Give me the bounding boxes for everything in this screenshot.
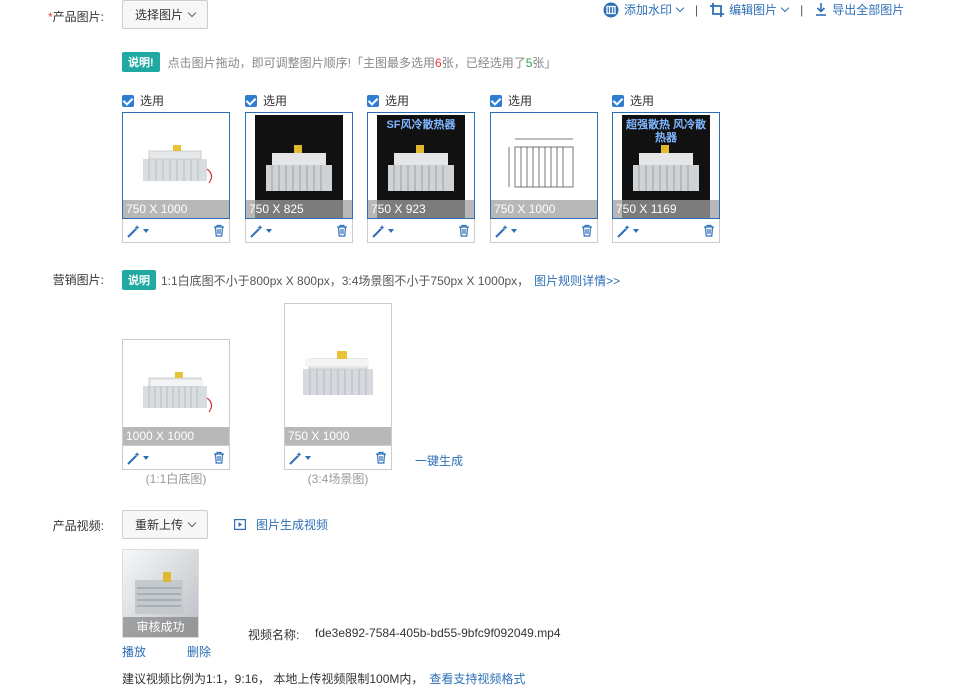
- magic-wand-button[interactable]: [495, 224, 517, 238]
- video-hint: 建议视频比例为1:1，9:16， 本地上传视频限制100M内， 查看支持视频格式: [122, 672, 526, 686]
- image-dimensions: 750 X 1000: [491, 200, 597, 218]
- image-overlay-text: 超强散热 风冷散热器: [625, 119, 707, 144]
- checkbox-checked-icon[interactable]: [245, 94, 257, 107]
- trash-icon[interactable]: [703, 224, 715, 237]
- notice-badge: 说明!: [122, 52, 160, 72]
- video-filename-label: 视频名称:: [248, 628, 300, 642]
- image-dimensions: 1000 X 1000: [123, 427, 229, 445]
- trash-icon[interactable]: [213, 451, 225, 464]
- image-dimensions: 750 X 1000: [285, 427, 391, 445]
- marketing-scene-actions: [284, 446, 392, 470]
- video-thumbnail[interactable]: 审核成功: [122, 549, 199, 638]
- product-photo-heatsink: [285, 304, 391, 445]
- use-image-checkbox[interactable]: 选用: [367, 92, 409, 109]
- one-click-generate-link[interactable]: 一键生成: [415, 452, 463, 469]
- caret-down-icon: [633, 228, 639, 233]
- image-order-notice: 说明! 点击图片拖动，即可调整图片顺序!「主图最多选用6张，已经选用了5张」: [122, 52, 556, 72]
- generate-video-from-images-link[interactable]: 图片生成视频: [234, 516, 328, 533]
- product-video-label: 产品视频:: [52, 519, 104, 533]
- image-rules-link[interactable]: 图片规则详情>>: [534, 272, 620, 289]
- product-images-label: *产品图片:: [47, 10, 104, 24]
- trash-icon[interactable]: [213, 224, 225, 237]
- product-image-actions: [490, 219, 598, 243]
- marketing-notice: 说明 1:1白底图不小于800px X 800px，3:4场景图不小于750px…: [122, 270, 620, 290]
- product-image-card[interactable]: 超强散热 风冷散热器 750 X 1169: [612, 112, 720, 219]
- product-image-card[interactable]: 750 X 1000: [122, 112, 230, 219]
- magic-wand-icon: [289, 451, 302, 465]
- chevron-down-icon: [187, 8, 197, 17]
- image-dimensions: 750 X 1169: [613, 200, 719, 218]
- magic-wand-button[interactable]: [617, 224, 639, 238]
- video-filename: fde3e892-7584-405b-bd55-9bfc9f092049.mp4: [315, 626, 561, 640]
- crop-icon: [710, 2, 725, 17]
- use-image-checkbox[interactable]: 选用: [122, 92, 164, 109]
- marketing-image-square[interactable]: 1000 X 1000: [122, 339, 230, 446]
- checkbox-checked-icon[interactable]: [367, 94, 379, 107]
- marketing-square-actions: [122, 446, 230, 470]
- play-video-link[interactable]: 播放: [122, 643, 146, 660]
- download-icon: [816, 3, 827, 16]
- supported-formats-link[interactable]: 查看支持视频格式: [429, 672, 525, 686]
- watermark-icon: [603, 2, 619, 17]
- use-image-checkbox[interactable]: 选用: [490, 92, 532, 109]
- product-image-actions: [367, 219, 475, 243]
- marketing-image-scene[interactable]: 750 X 1000: [284, 303, 392, 446]
- caret-down-icon: [511, 228, 517, 233]
- caret-down-icon: [305, 455, 311, 460]
- chevron-down-icon: [675, 3, 685, 12]
- edit-image-button[interactable]: 编辑图片: [710, 1, 790, 18]
- image-dimensions: 750 X 1000: [123, 200, 229, 218]
- magic-wand-icon: [250, 224, 263, 238]
- image-overlay-text: SF风冷散热器: [386, 119, 456, 131]
- magic-wand-button[interactable]: [250, 224, 272, 238]
- product-image-card[interactable]: SF风冷散热器 750 X 923: [367, 112, 475, 219]
- export-all-images-button[interactable]: 导出全部图片: [815, 1, 904, 18]
- checkbox-checked-icon[interactable]: [490, 94, 502, 107]
- checkbox-checked-icon[interactable]: [122, 94, 134, 107]
- video-icon: [234, 519, 246, 530]
- chevron-down-icon: [187, 518, 197, 527]
- magic-wand-button[interactable]: [289, 451, 311, 465]
- chevron-down-icon: [780, 3, 790, 12]
- marketing-notice-badge: 说明: [122, 270, 156, 290]
- magic-wand-button[interactable]: [127, 224, 149, 238]
- caret-down-icon: [143, 228, 149, 233]
- image-dimensions: 750 X 923: [368, 200, 474, 218]
- use-image-checkbox[interactable]: 选用: [612, 92, 654, 109]
- toolbar-separator: |: [800, 2, 804, 17]
- product-image-actions: [612, 219, 720, 243]
- caret-down-icon: [388, 228, 394, 233]
- caret-down-icon: [266, 228, 272, 233]
- magic-wand-button[interactable]: [372, 224, 394, 238]
- select-images-button[interactable]: 选择图片: [122, 0, 209, 29]
- trash-icon[interactable]: [581, 224, 593, 237]
- marketing-scene-caption: (3:4场景图): [307, 472, 369, 486]
- add-watermark-button[interactable]: 添加水印: [603, 1, 685, 18]
- trash-icon[interactable]: [375, 451, 387, 464]
- magic-wand-icon: [372, 224, 385, 238]
- image-toolbar: 添加水印 | 编辑图片 | 导出全部图片: [603, 1, 904, 18]
- marketing-images-label: 营销图片:: [52, 273, 104, 287]
- reupload-video-button[interactable]: 重新上传: [122, 510, 209, 539]
- marketing-square-caption: (1:1白底图): [145, 472, 207, 486]
- checkbox-checked-icon[interactable]: [612, 94, 624, 107]
- trash-icon[interactable]: [336, 224, 348, 237]
- caret-down-icon: [143, 455, 149, 460]
- magic-wand-icon: [127, 451, 140, 465]
- toolbar-separator: |: [695, 2, 699, 17]
- magic-wand-icon: [495, 224, 508, 238]
- product-image-actions: [122, 219, 230, 243]
- product-image-card[interactable]: 750 X 825: [245, 112, 353, 219]
- use-image-checkbox[interactable]: 选用: [245, 92, 287, 109]
- product-image-card[interactable]: 750 X 1000: [490, 112, 598, 219]
- product-image-actions: [245, 219, 353, 243]
- image-dimensions: 750 X 825: [246, 200, 352, 218]
- review-status: 审核成功: [123, 617, 198, 637]
- trash-icon[interactable]: [458, 224, 470, 237]
- magic-wand-button[interactable]: [127, 451, 149, 465]
- magic-wand-icon: [127, 224, 140, 238]
- delete-video-link[interactable]: 删除: [187, 643, 211, 660]
- magic-wand-icon: [617, 224, 630, 238]
